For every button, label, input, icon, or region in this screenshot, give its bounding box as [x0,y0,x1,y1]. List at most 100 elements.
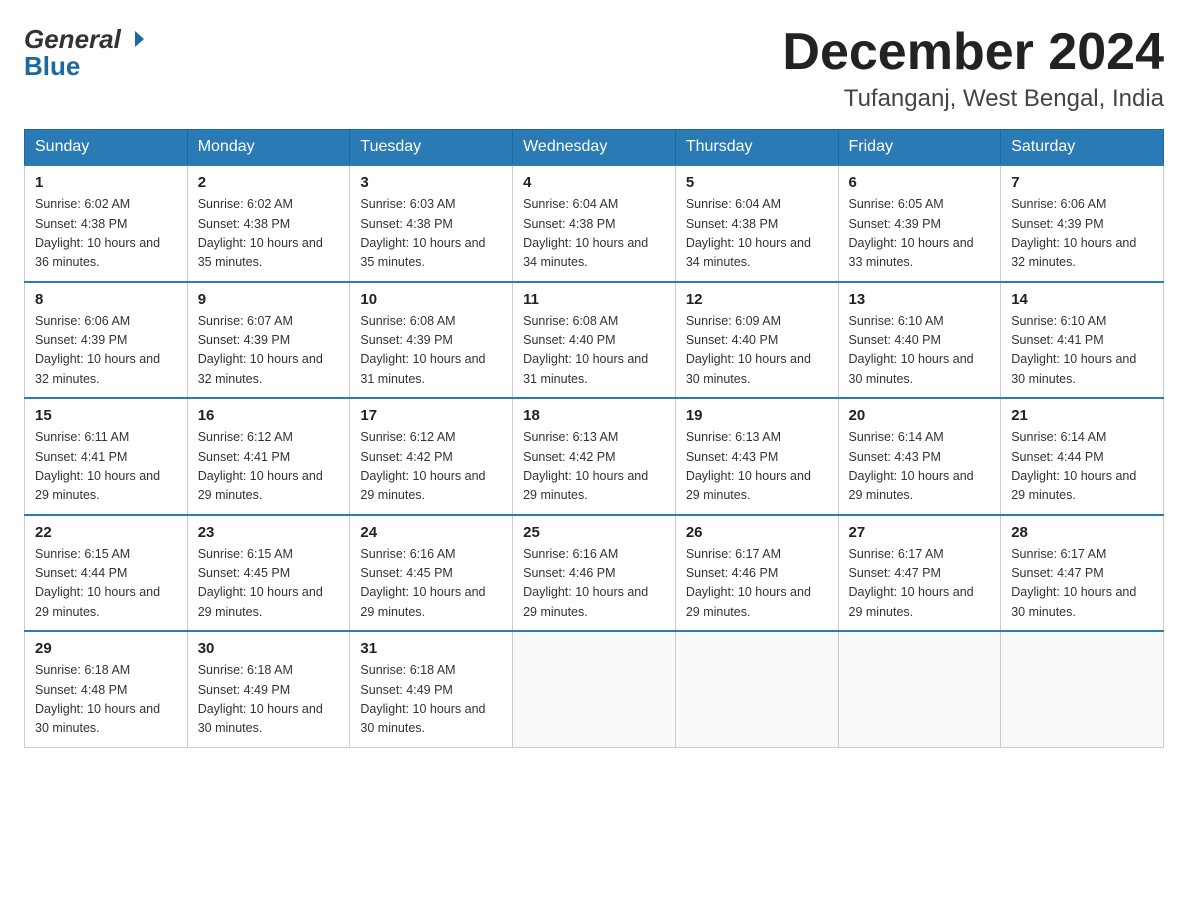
day-number: 27 [849,524,991,541]
day-info: Sunrise: 6:02 AMSunset: 4:38 PMDaylight:… [35,195,177,273]
calendar-cell: 24 Sunrise: 6:16 AMSunset: 4:45 PMDaylig… [350,515,513,632]
calendar-cell: 16 Sunrise: 6:12 AMSunset: 4:41 PMDaylig… [187,398,350,515]
calendar-cell: 23 Sunrise: 6:15 AMSunset: 4:45 PMDaylig… [187,515,350,632]
calendar-cell: 12 Sunrise: 6:09 AMSunset: 4:40 PMDaylig… [675,282,838,399]
day-number: 3 [360,174,502,191]
day-number: 15 [35,407,177,424]
calendar-cell: 26 Sunrise: 6:17 AMSunset: 4:46 PMDaylig… [675,515,838,632]
calendar-cell: 1 Sunrise: 6:02 AMSunset: 4:38 PMDayligh… [25,165,188,282]
day-number: 5 [686,174,828,191]
calendar-cell: 22 Sunrise: 6:15 AMSunset: 4:44 PMDaylig… [25,515,188,632]
calendar-cell: 2 Sunrise: 6:02 AMSunset: 4:38 PMDayligh… [187,165,350,282]
day-info: Sunrise: 6:16 AMSunset: 4:46 PMDaylight:… [523,545,665,623]
calendar-cell: 21 Sunrise: 6:14 AMSunset: 4:44 PMDaylig… [1001,398,1164,515]
day-info: Sunrise: 6:04 AMSunset: 4:38 PMDaylight:… [523,195,665,273]
col-header-saturday: Saturday [1001,130,1164,166]
day-number: 9 [198,291,340,308]
page-header: General Blue December 2024 Tufanganj, We… [24,24,1164,113]
day-number: 8 [35,291,177,308]
day-info: Sunrise: 6:11 AMSunset: 4:41 PMDaylight:… [35,428,177,506]
day-number: 20 [849,407,991,424]
day-number: 29 [35,640,177,657]
col-header-thursday: Thursday [675,130,838,166]
day-info: Sunrise: 6:08 AMSunset: 4:39 PMDaylight:… [360,312,502,390]
day-info: Sunrise: 6:18 AMSunset: 4:49 PMDaylight:… [198,661,340,739]
day-number: 13 [849,291,991,308]
calendar-cell: 30 Sunrise: 6:18 AMSunset: 4:49 PMDaylig… [187,631,350,747]
day-number: 17 [360,407,502,424]
location-subtitle: Tufanganj, West Bengal, India [782,85,1164,113]
logo: General Blue [24,24,147,82]
day-info: Sunrise: 6:13 AMSunset: 4:43 PMDaylight:… [686,428,828,506]
calendar-cell: 7 Sunrise: 6:06 AMSunset: 4:39 PMDayligh… [1001,165,1164,282]
day-number: 19 [686,407,828,424]
calendar-cell: 25 Sunrise: 6:16 AMSunset: 4:46 PMDaylig… [513,515,676,632]
week-row-3: 15 Sunrise: 6:11 AMSunset: 4:41 PMDaylig… [25,398,1164,515]
day-number: 25 [523,524,665,541]
col-header-friday: Friday [838,130,1001,166]
day-info: Sunrise: 6:07 AMSunset: 4:39 PMDaylight:… [198,312,340,390]
day-info: Sunrise: 6:14 AMSunset: 4:44 PMDaylight:… [1011,428,1153,506]
calendar-cell: 11 Sunrise: 6:08 AMSunset: 4:40 PMDaylig… [513,282,676,399]
day-info: Sunrise: 6:04 AMSunset: 4:38 PMDaylight:… [686,195,828,273]
day-info: Sunrise: 6:14 AMSunset: 4:43 PMDaylight:… [849,428,991,506]
day-info: Sunrise: 6:05 AMSunset: 4:39 PMDaylight:… [849,195,991,273]
day-number: 30 [198,640,340,657]
day-number: 1 [35,174,177,191]
day-number: 7 [1011,174,1153,191]
day-info: Sunrise: 6:17 AMSunset: 4:47 PMDaylight:… [849,545,991,623]
calendar-cell [838,631,1001,747]
calendar-cell: 15 Sunrise: 6:11 AMSunset: 4:41 PMDaylig… [25,398,188,515]
day-info: Sunrise: 6:10 AMSunset: 4:41 PMDaylight:… [1011,312,1153,390]
week-row-2: 8 Sunrise: 6:06 AMSunset: 4:39 PMDayligh… [25,282,1164,399]
calendar-cell: 18 Sunrise: 6:13 AMSunset: 4:42 PMDaylig… [513,398,676,515]
day-info: Sunrise: 6:15 AMSunset: 4:44 PMDaylight:… [35,545,177,623]
day-info: Sunrise: 6:06 AMSunset: 4:39 PMDaylight:… [1011,195,1153,273]
day-info: Sunrise: 6:18 AMSunset: 4:48 PMDaylight:… [35,661,177,739]
col-header-sunday: Sunday [25,130,188,166]
day-number: 6 [849,174,991,191]
day-number: 12 [686,291,828,308]
col-header-wednesday: Wednesday [513,130,676,166]
day-info: Sunrise: 6:13 AMSunset: 4:42 PMDaylight:… [523,428,665,506]
calendar-cell: 13 Sunrise: 6:10 AMSunset: 4:40 PMDaylig… [838,282,1001,399]
col-header-monday: Monday [187,130,350,166]
calendar-cell [1001,631,1164,747]
calendar-header-row: SundayMondayTuesdayWednesdayThursdayFrid… [25,130,1164,166]
day-info: Sunrise: 6:12 AMSunset: 4:41 PMDaylight:… [198,428,340,506]
title-block: December 2024 Tufanganj, West Bengal, In… [782,24,1164,113]
day-info: Sunrise: 6:17 AMSunset: 4:47 PMDaylight:… [1011,545,1153,623]
day-number: 22 [35,524,177,541]
logo-blue-text: Blue [24,51,147,82]
col-header-tuesday: Tuesday [350,130,513,166]
day-number: 16 [198,407,340,424]
calendar-table: SundayMondayTuesdayWednesdayThursdayFrid… [24,129,1164,748]
day-number: 21 [1011,407,1153,424]
day-number: 4 [523,174,665,191]
week-row-4: 22 Sunrise: 6:15 AMSunset: 4:44 PMDaylig… [25,515,1164,632]
calendar-cell: 27 Sunrise: 6:17 AMSunset: 4:47 PMDaylig… [838,515,1001,632]
calendar-cell: 8 Sunrise: 6:06 AMSunset: 4:39 PMDayligh… [25,282,188,399]
week-row-5: 29 Sunrise: 6:18 AMSunset: 4:48 PMDaylig… [25,631,1164,747]
week-row-1: 1 Sunrise: 6:02 AMSunset: 4:38 PMDayligh… [25,165,1164,282]
day-number: 10 [360,291,502,308]
day-info: Sunrise: 6:08 AMSunset: 4:40 PMDaylight:… [523,312,665,390]
calendar-cell: 6 Sunrise: 6:05 AMSunset: 4:39 PMDayligh… [838,165,1001,282]
logo-flag-icon [124,29,146,51]
calendar-cell: 10 Sunrise: 6:08 AMSunset: 4:39 PMDaylig… [350,282,513,399]
day-info: Sunrise: 6:15 AMSunset: 4:45 PMDaylight:… [198,545,340,623]
calendar-cell: 3 Sunrise: 6:03 AMSunset: 4:38 PMDayligh… [350,165,513,282]
calendar-cell: 4 Sunrise: 6:04 AMSunset: 4:38 PMDayligh… [513,165,676,282]
month-year-title: December 2024 [782,24,1164,81]
day-number: 26 [686,524,828,541]
day-number: 28 [1011,524,1153,541]
day-info: Sunrise: 6:03 AMSunset: 4:38 PMDaylight:… [360,195,502,273]
day-number: 11 [523,291,665,308]
day-info: Sunrise: 6:02 AMSunset: 4:38 PMDaylight:… [198,195,340,273]
calendar-cell: 14 Sunrise: 6:10 AMSunset: 4:41 PMDaylig… [1001,282,1164,399]
calendar-cell: 5 Sunrise: 6:04 AMSunset: 4:38 PMDayligh… [675,165,838,282]
calendar-cell: 28 Sunrise: 6:17 AMSunset: 4:47 PMDaylig… [1001,515,1164,632]
calendar-cell [513,631,676,747]
day-info: Sunrise: 6:16 AMSunset: 4:45 PMDaylight:… [360,545,502,623]
calendar-cell: 31 Sunrise: 6:18 AMSunset: 4:49 PMDaylig… [350,631,513,747]
